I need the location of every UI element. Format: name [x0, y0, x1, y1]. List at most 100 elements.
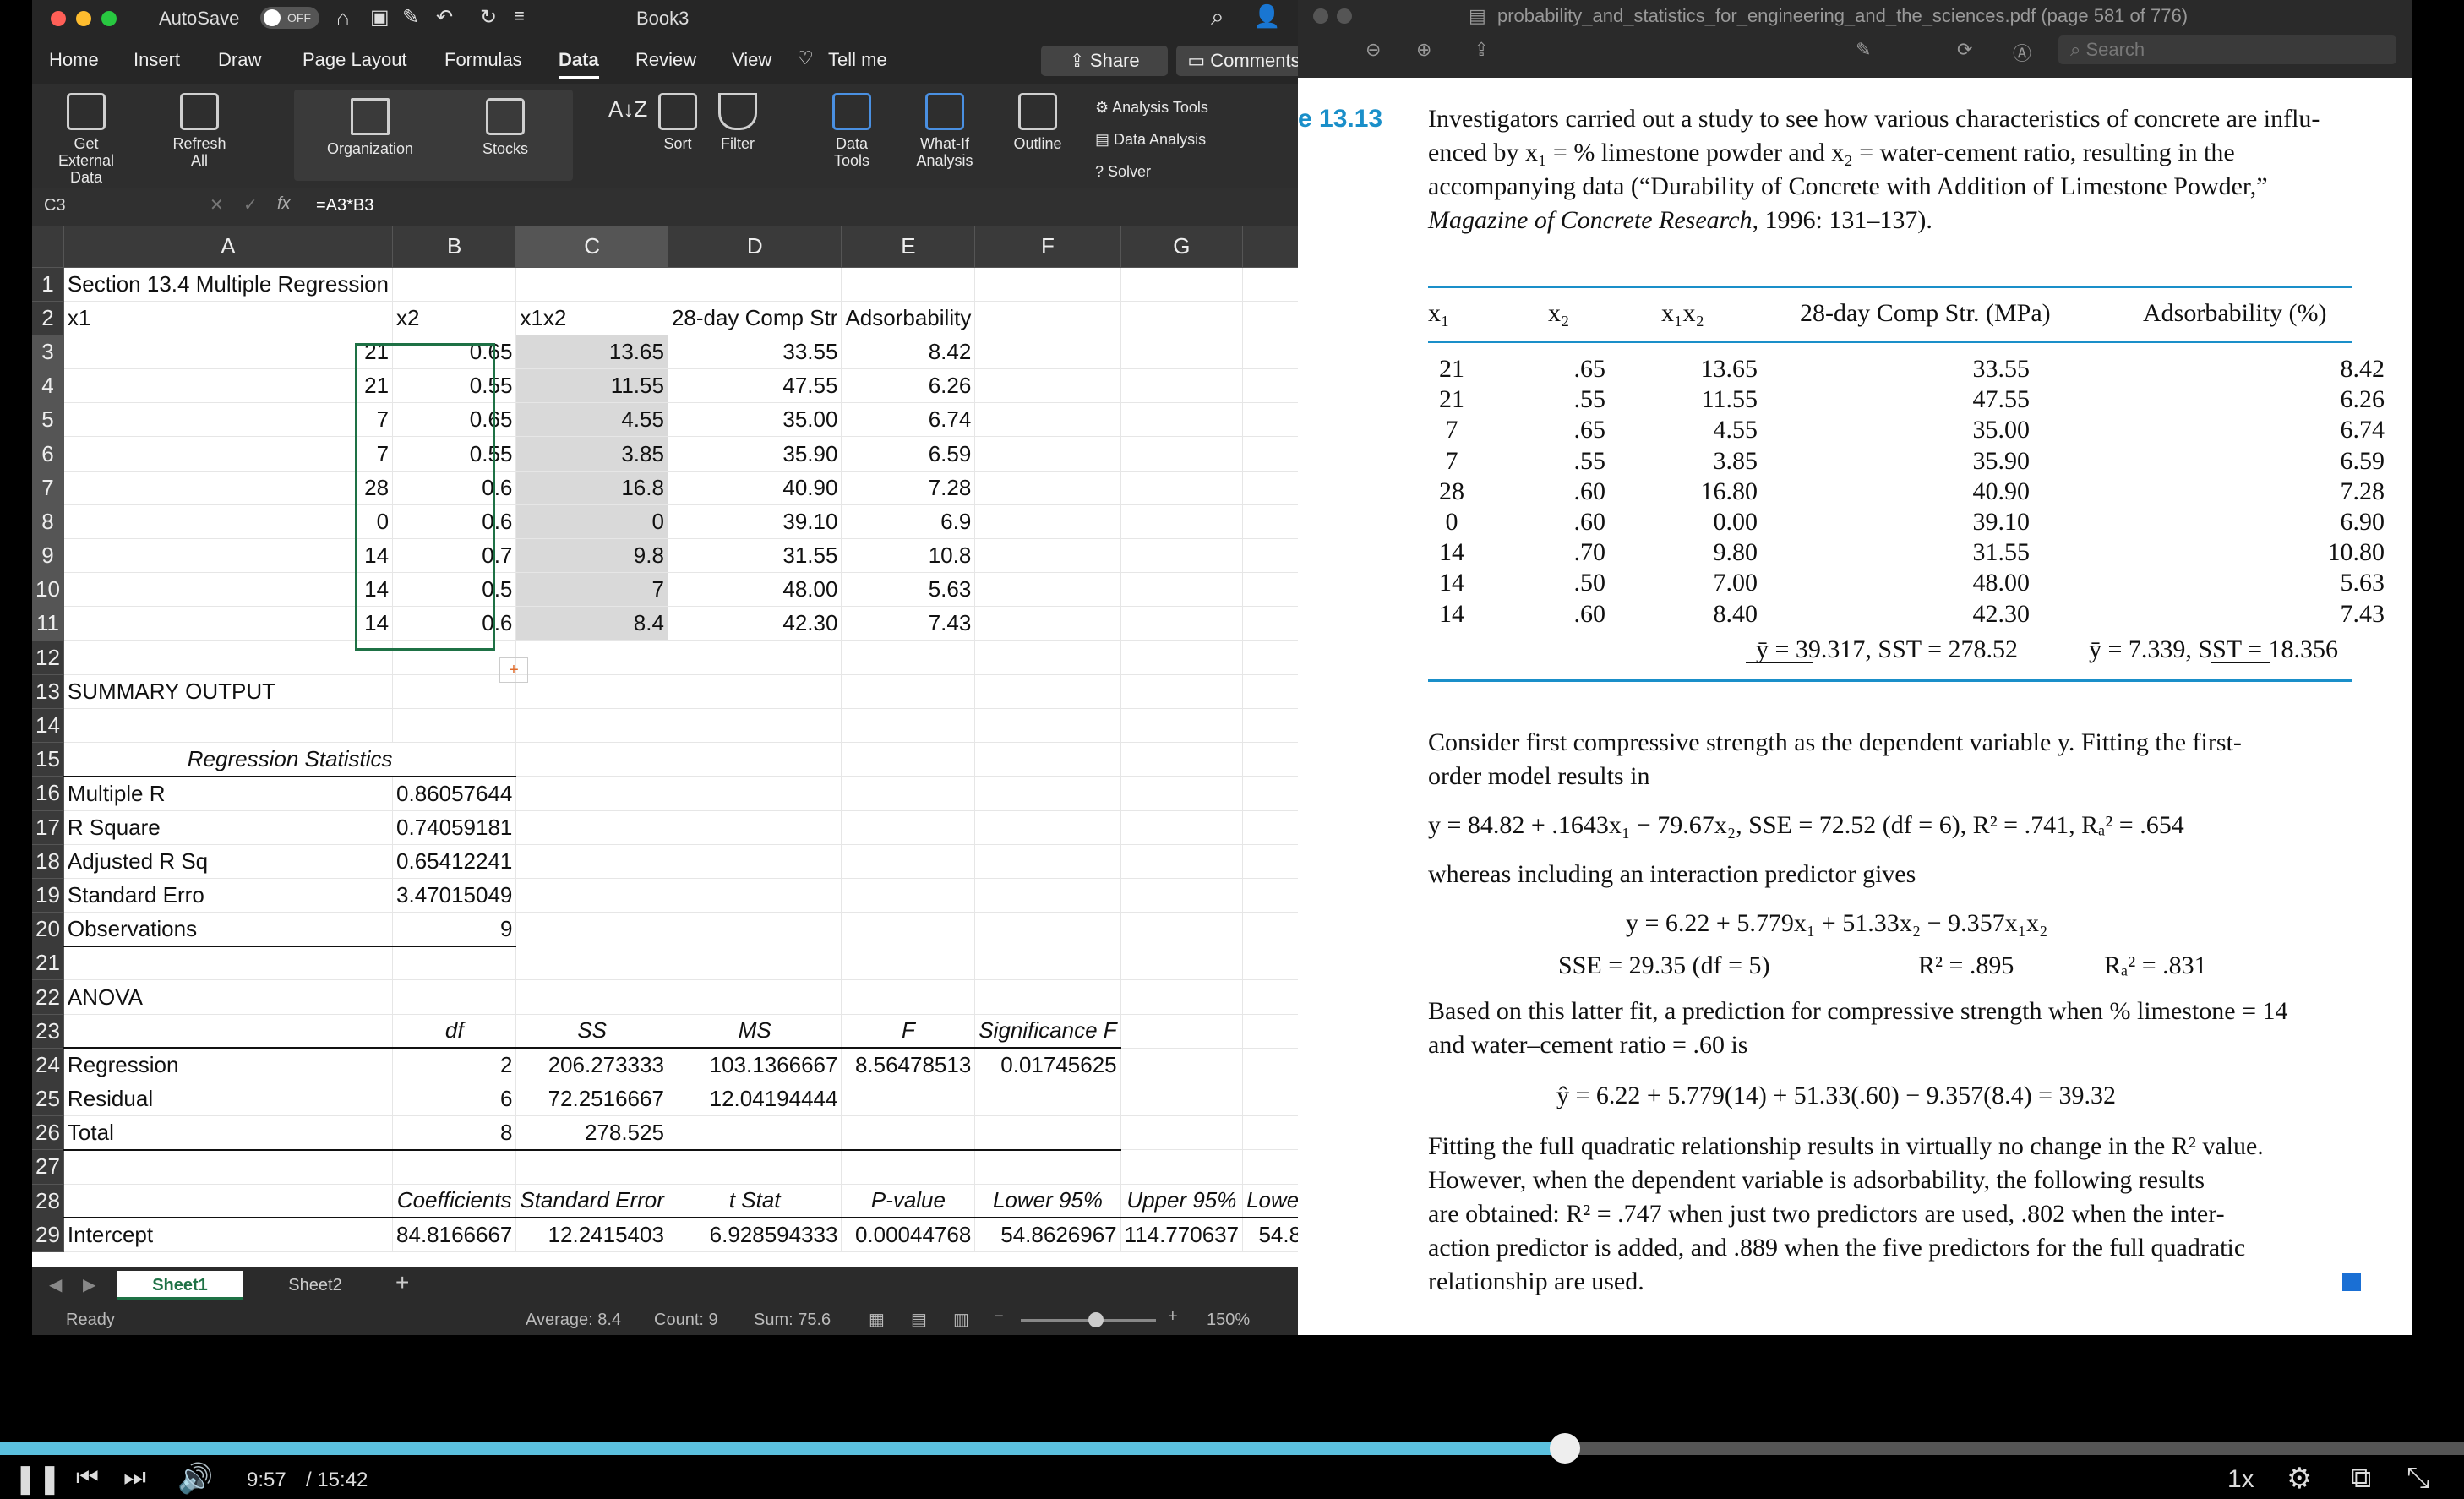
- cell[interactable]: [668, 1115, 842, 1151]
- cell[interactable]: [1242, 335, 1298, 370]
- cell[interactable]: [841, 1082, 976, 1117]
- next-sheet-icon[interactable]: ▶: [83, 1274, 95, 1295]
- cell[interactable]: 0: [515, 504, 668, 540]
- cell[interactable]: [515, 674, 668, 709]
- column-header-a[interactable]: A: [63, 226, 394, 268]
- cell[interactable]: [1120, 946, 1244, 981]
- cell[interactable]: 0.00044768: [841, 1218, 976, 1252]
- row-header[interactable]: 5: [32, 402, 64, 438]
- cell[interactable]: [974, 267, 1121, 302]
- cell[interactable]: [1242, 912, 1298, 947]
- skip-back-icon[interactable]: ⏮: [76, 1464, 99, 1492]
- cell[interactable]: R Square: [63, 810, 394, 845]
- comments-button[interactable]: ▭ Comments: [1176, 46, 1298, 76]
- cell[interactable]: 14: [63, 606, 394, 641]
- sort-button[interactable]: Sort: [652, 93, 703, 152]
- cell[interactable]: [392, 267, 517, 302]
- cell[interactable]: [841, 979, 976, 1015]
- row-header[interactable]: 26: [32, 1115, 64, 1151]
- row-header[interactable]: 7: [32, 471, 64, 505]
- cell[interactable]: [668, 912, 842, 947]
- tab-page-layout[interactable]: Page Layout: [303, 49, 407, 71]
- cell[interactable]: Observations: [63, 912, 394, 947]
- row-header[interactable]: 6: [32, 436, 64, 472]
- cell[interactable]: 72.2516667: [515, 1082, 668, 1117]
- cell[interactable]: [974, 844, 1121, 879]
- cell[interactable]: [1120, 810, 1244, 845]
- cell[interactable]: 9: [392, 912, 517, 947]
- cell[interactable]: [1120, 640, 1244, 675]
- pdf-minimize-button[interactable]: [1337, 8, 1352, 24]
- cell[interactable]: [63, 1184, 394, 1219]
- cell[interactable]: [1242, 436, 1298, 472]
- column-header-c[interactable]: C: [515, 226, 668, 268]
- cell[interactable]: 28: [63, 471, 394, 505]
- cell[interactable]: [1242, 742, 1298, 777]
- cell[interactable]: 6: [392, 1082, 517, 1117]
- zoom-out-pdf-icon[interactable]: ⊖: [1366, 39, 1381, 61]
- cell[interactable]: 54.8626967: [1242, 1218, 1298, 1252]
- page-layout-view-icon[interactable]: ▤: [911, 1309, 927, 1330]
- cell[interactable]: 13.65: [515, 335, 668, 370]
- cell[interactable]: 7: [515, 572, 668, 608]
- cell[interactable]: 6.9: [841, 504, 976, 540]
- row-header[interactable]: 3: [32, 335, 64, 370]
- cell[interactable]: [668, 742, 842, 777]
- cell[interactable]: 0.7: [392, 538, 517, 574]
- cell[interactable]: 206.273333: [515, 1048, 668, 1083]
- cell[interactable]: [1120, 572, 1244, 608]
- cell[interactable]: 21: [63, 335, 394, 370]
- sheet-tab-2[interactable]: Sheet2: [252, 1271, 379, 1300]
- progress-track[interactable]: [0, 1433, 2464, 1464]
- cell[interactable]: Lower 95%: [974, 1184, 1121, 1219]
- minimize-window-button[interactable]: [76, 11, 91, 26]
- cell[interactable]: [841, 878, 976, 913]
- cell[interactable]: [668, 776, 842, 811]
- markup-icon[interactable]: ✎: [1856, 39, 1871, 61]
- cell[interactable]: [668, 640, 842, 675]
- cell[interactable]: 0.01745625: [974, 1048, 1121, 1083]
- cell[interactable]: 8.4: [515, 606, 668, 641]
- column-header-b[interactable]: B: [392, 226, 517, 268]
- cell[interactable]: [1242, 504, 1298, 540]
- cell[interactable]: df: [392, 1014, 517, 1049]
- spreadsheet-grid[interactable]: ABCDEFGH1Section 13.4 Multiple Regressio…: [32, 226, 1298, 1267]
- playback-speed[interactable]: 1x: [2227, 1465, 2254, 1494]
- cell[interactable]: 7: [63, 436, 394, 472]
- cell[interactable]: 12.2415403: [515, 1218, 668, 1252]
- cell[interactable]: Adsorbability: [841, 301, 976, 335]
- cell[interactable]: [392, 946, 517, 981]
- tab-formulas[interactable]: Formulas: [444, 49, 522, 71]
- cell[interactable]: [668, 878, 842, 913]
- customize-toolbar-icon[interactable]: ≡: [514, 5, 525, 27]
- cell[interactable]: 0.6: [392, 606, 517, 641]
- cell[interactable]: Upper 95%: [1120, 1184, 1244, 1219]
- account-icon[interactable]: 👤: [1253, 3, 1280, 30]
- cell[interactable]: Adjusted R Sq: [63, 844, 394, 879]
- cell[interactable]: [841, 810, 976, 845]
- stocks-button[interactable]: Stocks: [455, 98, 556, 157]
- pause-icon[interactable]: ❚❚: [14, 1462, 62, 1496]
- close-window-button[interactable]: [51, 11, 66, 26]
- cell[interactable]: [1120, 1014, 1244, 1049]
- tab-view[interactable]: View: [732, 49, 771, 71]
- cell[interactable]: [392, 979, 517, 1015]
- rotate-icon[interactable]: ⟳: [1957, 39, 1972, 61]
- cell[interactable]: [668, 979, 842, 1015]
- annotate-icon[interactable]: Ⓐ: [2013, 39, 2031, 66]
- cell[interactable]: 42.30: [668, 606, 842, 641]
- cell[interactable]: [668, 946, 842, 981]
- cell[interactable]: 14: [63, 538, 394, 574]
- cell[interactable]: 0.6: [392, 471, 517, 505]
- cell[interactable]: [1120, 335, 1244, 370]
- cell[interactable]: [392, 674, 517, 709]
- sheet-tab-1[interactable]: Sheet1: [117, 1271, 243, 1300]
- cell[interactable]: [515, 810, 668, 845]
- cell[interactable]: 16.8: [515, 471, 668, 505]
- enter-icon[interactable]: ✓: [243, 194, 258, 215]
- cell[interactable]: [1242, 708, 1298, 744]
- row-header[interactable]: 1: [32, 267, 64, 302]
- filter-button[interactable]: Filter: [708, 93, 767, 152]
- row-header[interactable]: 11: [32, 606, 64, 641]
- cell[interactable]: 14: [63, 572, 394, 608]
